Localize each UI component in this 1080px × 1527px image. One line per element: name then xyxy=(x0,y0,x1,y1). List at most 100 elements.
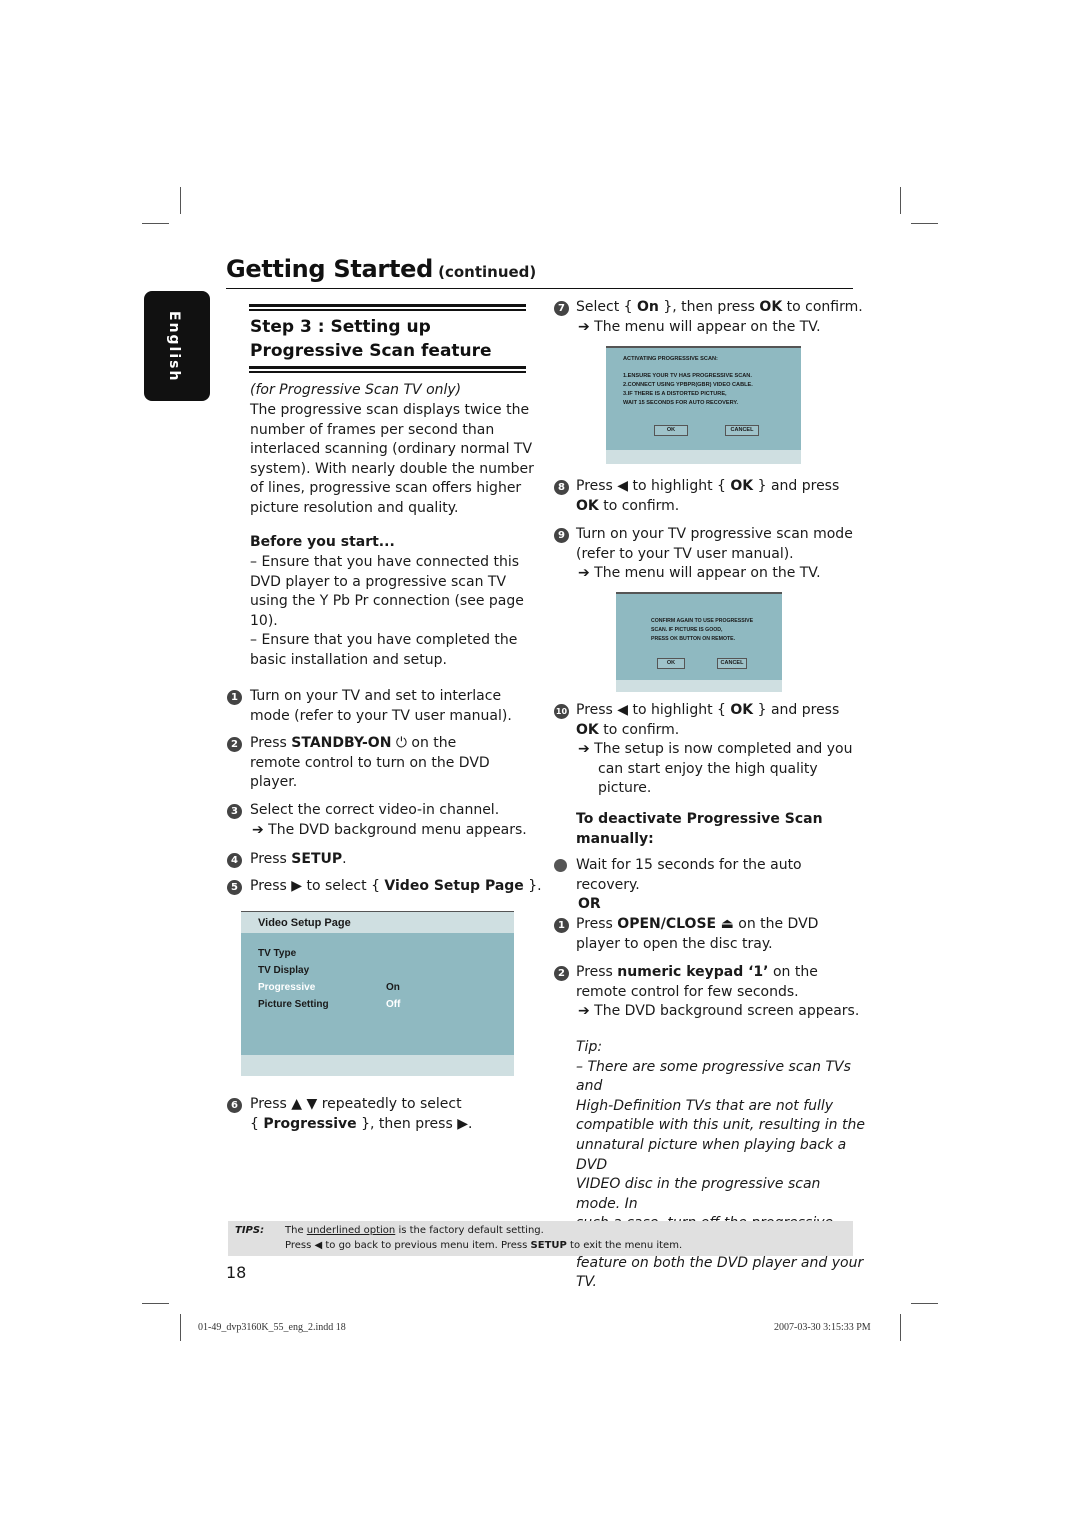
slug-timestamp: 2007-03-30 3:15:33 PM xyxy=(774,1322,871,1333)
step-text: Wait for 15 seconds for the auto xyxy=(576,857,802,873)
ok-key: OK xyxy=(576,721,599,738)
section-title-line: Step 3 : Setting up xyxy=(250,317,431,337)
tips-bar: TIPS: The underlined option is the facto… xyxy=(228,1221,853,1256)
before-start-line: basic installation and setup. xyxy=(250,651,447,668)
option-off[interactable]: Off xyxy=(386,999,400,1010)
step-number-icon: 2 xyxy=(227,737,242,752)
tips-underlined-text: underlined option xyxy=(306,1225,396,1236)
tips-line-1: The underlined option is the factory def… xyxy=(285,1225,544,1236)
menu-item-picture-setting[interactable]: Picture Setting xyxy=(258,999,329,1010)
osd-line: PRESS OK BUTTON ON REMOTE. xyxy=(651,636,736,642)
step-7: Select { On }, then press OK to confirm.… xyxy=(576,298,863,337)
setup-key: SETUP xyxy=(291,851,343,867)
before-start-line: 10). xyxy=(250,612,278,629)
menu-item-progressive[interactable]: Progressive xyxy=(258,982,315,993)
before-start-list: – Ensure that you have connected this DV… xyxy=(250,553,535,671)
crop-mark xyxy=(911,1303,938,1304)
tip-label: Tip: xyxy=(576,1039,603,1055)
osd-border xyxy=(606,346,801,348)
step-result: can start enjoy the high quality xyxy=(598,760,818,777)
step-text: to confirm. xyxy=(598,497,680,514)
intro-line: picture resolution and quality. xyxy=(250,499,459,516)
osd-footer xyxy=(241,1055,514,1076)
tips-text: to exit the menu item. xyxy=(566,1240,683,1251)
step-text: } and press xyxy=(753,702,840,718)
step-text: on the xyxy=(406,735,457,751)
deactivate-bullet: Wait for 15 seconds for the auto recover… xyxy=(576,856,802,895)
osd-footer xyxy=(616,680,782,692)
title-rule-top xyxy=(249,304,526,311)
ok-button[interactable]: OK xyxy=(654,425,688,436)
step-number-icon: 9 xyxy=(554,528,569,543)
tips-label: TIPS: xyxy=(235,1225,265,1236)
step-text: player to open the disc tray. xyxy=(576,935,773,952)
option-on[interactable]: On xyxy=(386,982,400,993)
before-start-line: DVD player to a progressive scan TV xyxy=(250,573,507,590)
step-number-icon: 2 xyxy=(554,966,569,981)
on-key: On xyxy=(637,299,659,315)
cancel-button[interactable]: CANCEL xyxy=(725,425,759,436)
before-start-line: – Ensure that you have connected this xyxy=(250,554,520,570)
activating-progressive-scan-screen: ACTIVATING PROGRESSIVE SCAN: 1.ENSURE YO… xyxy=(606,346,801,464)
page-title: Getting Started xyxy=(226,255,433,283)
intro-line: system). With nearly double the number xyxy=(250,460,534,477)
step-4: Press SETUP. xyxy=(250,850,347,870)
step-2: Press STANDBY-ON ⏻ on the remote control… xyxy=(250,734,490,793)
osd-header: Video Setup Page xyxy=(241,911,514,933)
language-tab: English xyxy=(144,291,210,401)
step-number-icon: 3 xyxy=(227,804,242,819)
step-text: Turn on your TV and set to interlace xyxy=(250,688,502,704)
step-result: ➔ The setup is now completed and you xyxy=(578,741,853,758)
slug-filename: 01-49_dvp3160K_55_eng_2.indd 18 xyxy=(198,1322,346,1333)
step-5: Press ▶ to select { Video Setup Page }. xyxy=(250,877,542,897)
ok-button[interactable]: OK xyxy=(657,658,685,669)
setup-key: SETUP xyxy=(530,1240,567,1251)
confirm-progressive-scan-screen: CONFIRM AGAIN TO USE PROGRESSIVE SCAN. I… xyxy=(616,592,782,692)
video-setup-page-screen: Video Setup Page TV Type TV Display Prog… xyxy=(241,911,514,1076)
step-number-icon: 8 xyxy=(554,480,569,495)
power-icon: ⏻ xyxy=(395,735,407,751)
step-number-icon: 1 xyxy=(227,690,242,705)
step-text: player. xyxy=(250,774,298,791)
step-result: ➔ The DVD background menu appears. xyxy=(252,821,527,838)
tip-line: compatible with this unit, resulting in … xyxy=(576,1117,865,1134)
osd-border xyxy=(616,592,782,594)
osd-title: ACTIVATING PROGRESSIVE SCAN: xyxy=(623,356,718,362)
step-text: Turn on your TV progressive scan mode xyxy=(576,526,853,542)
step-result: ➔ The menu will appear on the TV. xyxy=(578,318,821,335)
crop-mark xyxy=(900,187,901,214)
step-text: . xyxy=(342,851,347,867)
step-number-icon: 1 xyxy=(554,918,569,933)
step-result: ➔ The menu will appear on the TV. xyxy=(578,565,821,582)
step-text: Select the correct video-in channel. xyxy=(250,802,500,818)
step-text: }. xyxy=(523,878,542,894)
osd-line: WAIT 15 SECONDS FOR AUTO RECOVERY. xyxy=(623,400,739,406)
before-start-heading: Before you start... xyxy=(250,534,395,550)
menu-item-tv-display[interactable]: TV Display xyxy=(258,965,309,976)
crop-mark xyxy=(900,1314,901,1341)
intro-paragraph: The progressive scan displays twice the … xyxy=(250,401,535,519)
step-number-icon: 7 xyxy=(554,301,569,316)
crop-mark xyxy=(180,1314,181,1341)
tip-line: – There are some progressive scan TVs an… xyxy=(576,1058,851,1095)
intro-line: number of frames per second than xyxy=(250,421,495,438)
page-title-continued: (continued) xyxy=(438,263,537,281)
menu-item-tv-type[interactable]: TV Type xyxy=(258,948,296,959)
tip-line: unnatural picture when playing back a DV… xyxy=(576,1136,847,1173)
before-start-line: – Ensure that you have completed the xyxy=(250,632,518,649)
before-start-line: using the Y Pb Pr connection (see page xyxy=(250,593,524,610)
step-10: Press ◀ to highlight { OK } and press OK… xyxy=(576,701,853,799)
cancel-button[interactable]: CANCEL xyxy=(717,658,747,669)
step-number-icon: 5 xyxy=(227,880,242,895)
video-setup-page-key: Video Setup Page xyxy=(384,878,524,894)
step-text: remote control for few seconds. xyxy=(576,983,799,1000)
step-number-icon: 4 xyxy=(227,853,242,868)
step-result: ➔ The DVD background screen appears. xyxy=(578,1003,860,1020)
ok-key: OK xyxy=(730,478,754,494)
step-text: Press xyxy=(250,735,292,751)
step-text: remote control to turn on the DVD xyxy=(250,754,490,771)
step-text: { xyxy=(250,1115,264,1132)
step-text: Press xyxy=(250,851,292,867)
or-label: OR xyxy=(578,896,601,912)
deactivate-heading: To deactivate Progressive Scan manually: xyxy=(576,810,823,849)
